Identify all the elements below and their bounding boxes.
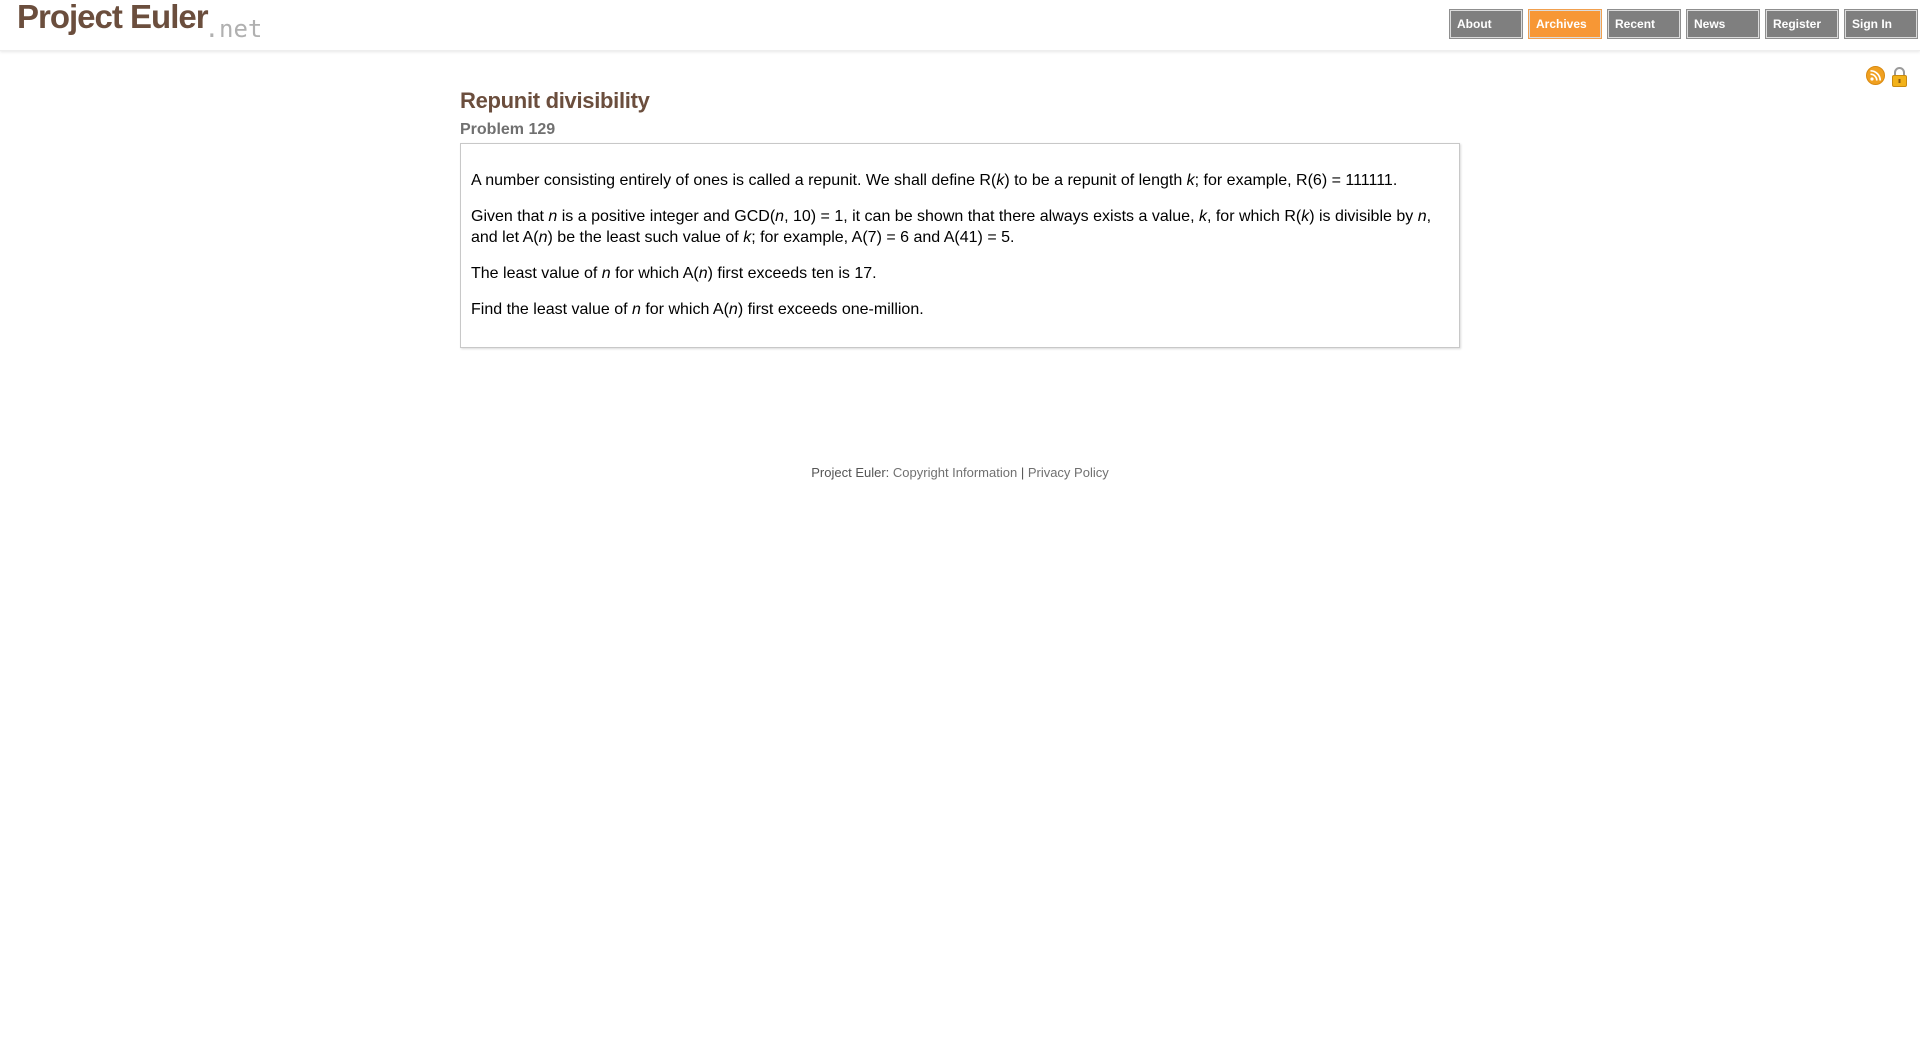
page: Project Euler.net About Archives Recent … <box>0 0 1920 1054</box>
copyright-link[interactable]: Copyright Information <box>893 465 1017 480</box>
text-span: ) is divisible by <box>1309 208 1418 225</box>
nav-archives[interactable]: Archives <box>1528 9 1602 39</box>
logo-text: Project Euler <box>17 0 209 35</box>
feed-icons <box>1866 66 1909 93</box>
logo-suffix: .net <box>204 15 263 43</box>
header: Project Euler.net About Archives Recent … <box>0 0 1920 51</box>
text-span: for which A( <box>610 265 699 282</box>
text-span: A number consisting entirely of ones is … <box>471 172 997 189</box>
problem-paragraph: Find the least value of n for which A(n)… <box>471 299 1449 320</box>
math-variable: n <box>631 301 641 318</box>
text-span: ) be the least such value of <box>547 229 744 246</box>
math-variable: n <box>601 265 611 282</box>
site-logo[interactable]: Project Euler.net <box>17 0 265 43</box>
nav-news[interactable]: News <box>1686 9 1760 39</box>
nav-register[interactable]: Register <box>1765 9 1839 39</box>
math-variable: n <box>538 229 548 246</box>
text-span: for which A( <box>640 301 729 318</box>
text-span: Given that <box>471 208 549 225</box>
footer-separator: | <box>1017 465 1028 480</box>
nav-recent[interactable]: Recent <box>1607 9 1681 39</box>
text-span: ; for example, A(7) = 6 and A(41) = 5. <box>751 229 1015 246</box>
problem-content: Repunit divisibility Problem 129 A numbe… <box>460 88 1460 348</box>
math-variable: n <box>698 265 708 282</box>
rss-icon[interactable] <box>1866 66 1885 93</box>
text-span: ) first exceeds ten is 17. <box>707 265 877 282</box>
footer-prefix: Project Euler: <box>811 465 893 480</box>
problem-paragraph: The least value of n for which A(n) firs… <box>471 263 1449 284</box>
text-span: ; for example, R(6) = 111111. <box>1194 172 1398 189</box>
main-nav: About Archives Recent News Register Sign… <box>1443 9 1918 39</box>
text-span: , for which R( <box>1206 208 1302 225</box>
math-variable: k <box>743 229 752 246</box>
text-span: , 10) = 1, it can be shown that there al… <box>784 208 1199 225</box>
lock-icon[interactable] <box>1890 66 1909 93</box>
nav-about[interactable]: About <box>1449 9 1523 39</box>
nav-sign-in[interactable]: Sign In <box>1844 9 1918 39</box>
math-variable: n <box>1417 208 1427 225</box>
math-variable: n <box>775 208 785 225</box>
privacy-link[interactable]: Privacy Policy <box>1028 465 1109 480</box>
problem-paragraph: Given that n is a positive integer and G… <box>471 206 1449 248</box>
problem-number: Problem 129 <box>460 121 556 138</box>
problem-statement: A number consisting entirely of ones is … <box>460 143 1460 348</box>
text-span: ) first exceeds one-million. <box>737 301 924 318</box>
math-variable: k <box>1186 172 1195 189</box>
footer: Project Euler: Copyright Information | P… <box>0 465 1920 480</box>
text-span: The least value of <box>471 265 602 282</box>
problem-paragraph: A number consisting entirely of ones is … <box>471 170 1449 191</box>
math-variable: n <box>548 208 558 225</box>
text-span: is a positive integer and GCD( <box>557 208 776 225</box>
math-variable: n <box>728 301 738 318</box>
text-span: Find the least value of <box>471 301 632 318</box>
text-span: ) to be a repunit of length <box>1004 172 1187 189</box>
problem-title: Repunit divisibility <box>460 88 650 113</box>
math-variable: k <box>1198 208 1207 225</box>
math-variable: k <box>1301 208 1310 225</box>
